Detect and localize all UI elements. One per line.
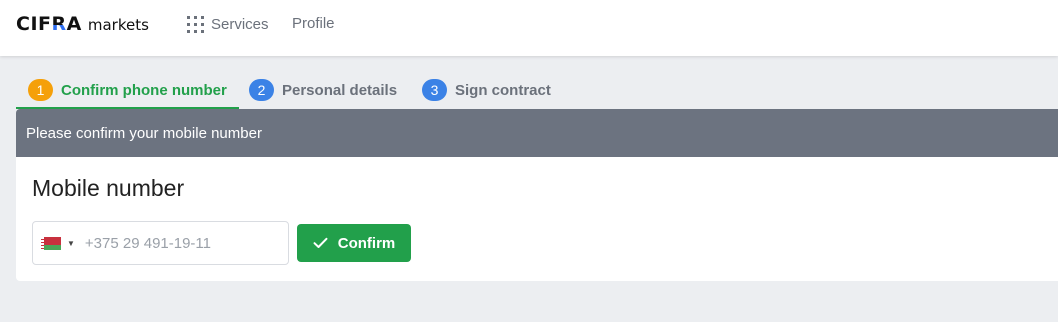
card-header: Please confirm your mobile number: [16, 109, 1058, 157]
step-label: Sign contract: [455, 82, 551, 99]
step-label: Confirm phone number: [61, 82, 227, 99]
belarus-flag-icon[interactable]: [41, 236, 61, 250]
step-number-badge: 1: [28, 79, 53, 101]
nav-services-label: Services: [211, 15, 269, 33]
step-tabs: 1 Confirm phone number 2 Personal detail…: [16, 76, 1058, 109]
grid-icon: [187, 15, 204, 33]
step-label: Personal details: [282, 82, 398, 99]
logo-mark-accent: R: [51, 13, 67, 35]
nav-services[interactable]: Services: [187, 14, 269, 34]
step-number-badge: 2: [249, 79, 274, 101]
phone-input-group: ▼: [32, 221, 289, 265]
phone-confirm-card: Please confirm your mobile number Mobile…: [16, 109, 1058, 281]
logo-mark: CIFRA: [16, 13, 82, 35]
logo-mark-prefix: CIF: [16, 13, 52, 35]
nav-profile-label: Profile: [292, 15, 335, 32]
step-confirm-phone[interactable]: 1 Confirm phone number: [16, 76, 239, 109]
confirm-button[interactable]: Confirm: [297, 224, 411, 262]
card-title: Mobile number: [32, 175, 185, 201]
check-icon: [313, 237, 328, 248]
logo-mark-suffix: A: [66, 13, 82, 35]
chevron-down-icon[interactable]: ▼: [67, 239, 75, 248]
nav-profile[interactable]: Profile: [292, 15, 335, 33]
logo-subtitle: markets: [87, 16, 149, 34]
confirm-button-label: Confirm: [337, 234, 396, 252]
cifra-markets-logo[interactable]: CIFRA markets: [16, 13, 149, 35]
step-number-badge: 3: [422, 79, 447, 101]
step-personal-details[interactable]: 2 Personal details: [249, 76, 397, 109]
phone-number-input[interactable]: [84, 234, 235, 252]
top-header: CIFRA markets Services Profile: [0, 0, 1058, 56]
step-sign-contract[interactable]: 3 Sign contract: [422, 76, 551, 109]
